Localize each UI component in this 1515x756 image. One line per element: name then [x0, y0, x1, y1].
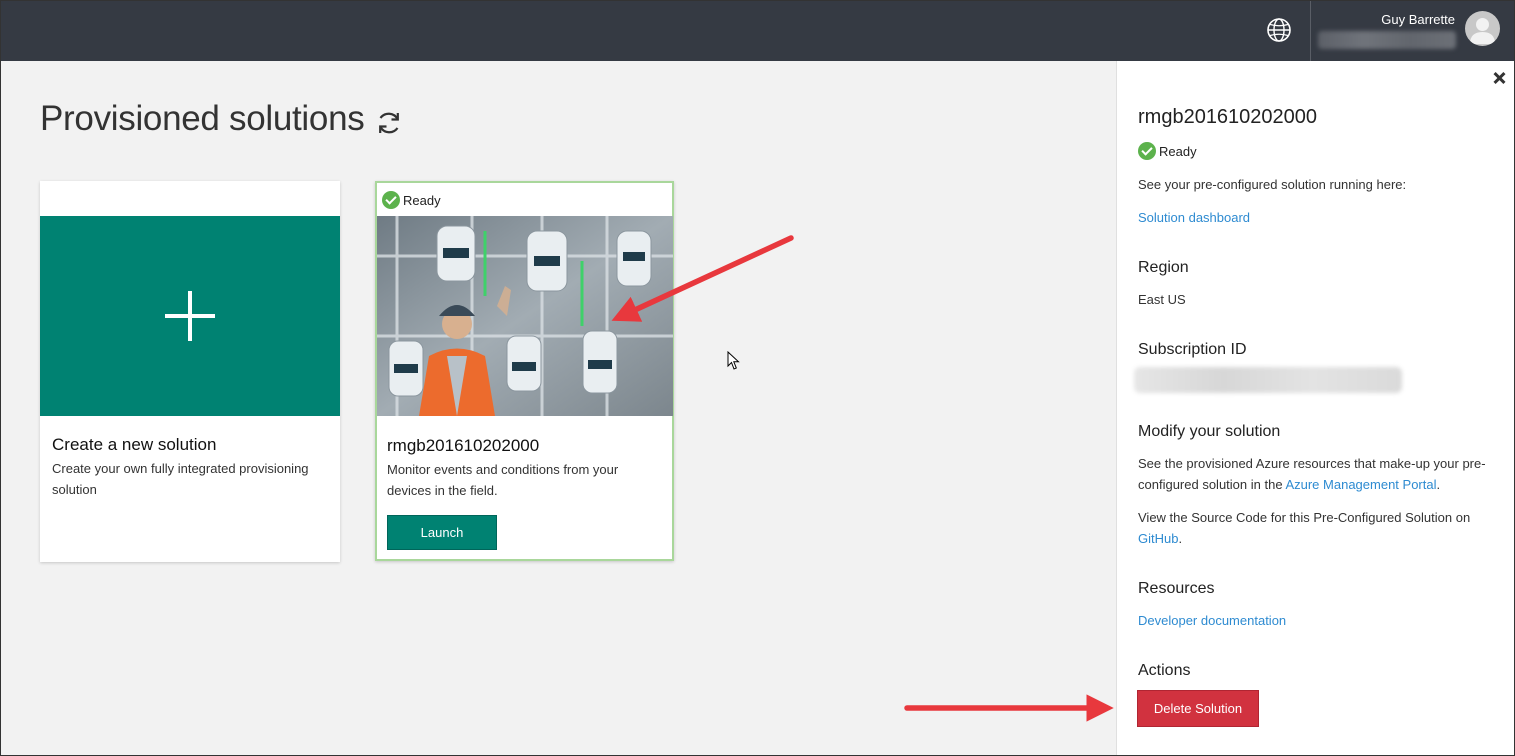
developer-docs-link[interactable]: Developer documentation: [1138, 613, 1286, 628]
resources-row: Developer documentation: [1138, 610, 1503, 631]
modify-heading: Modify your solution: [1138, 423, 1281, 440]
subscription-heading: Subscription ID: [1138, 341, 1247, 358]
source-text-body: View the Source Code for this Pre-Config…: [1138, 510, 1471, 525]
create-solution-card[interactable]: Create a new solution Create your own fu…: [40, 181, 340, 562]
main-content: Provisioned solutions Create a new solut…: [0, 61, 1116, 756]
check-icon: [382, 191, 400, 209]
source-text: View the Source Code for this Pre-Config…: [1138, 507, 1503, 549]
modify-text: See the provisioned Azure resources that…: [1138, 453, 1498, 495]
resources-heading: Resources: [1138, 580, 1215, 597]
create-solution-tile[interactable]: [40, 216, 340, 416]
solution-details-panel: rmgb201610202000 Ready See your pre-conf…: [1116, 61, 1515, 756]
topbar-divider: [1310, 0, 1311, 61]
panel-title: rmgb201610202000: [1138, 106, 1318, 128]
panel-intro: See your pre-configured solution running…: [1138, 177, 1407, 192]
mouse-cursor-icon: [727, 351, 740, 370]
solution-card[interactable]: Ready rmgb201610202000 Monitor events an…: [375, 181, 674, 561]
globe-icon[interactable]: [1265, 16, 1293, 44]
subscription-id-redacted: [1134, 367, 1402, 393]
solution-image: [377, 216, 673, 416]
solution-dashboard-link[interactable]: Solution dashboard: [1138, 210, 1250, 225]
solution-status-label: Ready: [403, 192, 441, 208]
source-text-end: .: [1178, 531, 1183, 546]
user-email-redacted: [1318, 31, 1456, 49]
panel-status-label: Ready: [1159, 143, 1197, 159]
avatar-icon[interactable]: [1465, 11, 1500, 46]
page-title: Provisioned solutions: [40, 99, 365, 138]
actions-heading: Actions: [1138, 662, 1191, 679]
panel-status: Ready: [1138, 142, 1197, 160]
solution-card-title: rmgb201610202000: [387, 436, 540, 455]
azure-portal-link[interactable]: Azure Management Portal: [1285, 477, 1436, 492]
close-icon[interactable]: [1492, 71, 1506, 85]
refresh-icon[interactable]: [374, 108, 404, 138]
top-bar: Guy Barrette: [0, 0, 1515, 61]
panel-dashboard-row: Solution dashboard: [1138, 207, 1503, 228]
solution-status: Ready: [382, 191, 441, 209]
github-link[interactable]: GitHub: [1138, 531, 1178, 546]
plus-icon: [165, 291, 215, 341]
modify-text-end: .: [1436, 477, 1441, 492]
check-icon: [1138, 142, 1156, 160]
launch-button[interactable]: Launch: [387, 515, 497, 550]
create-card-description: Create your own fully integrated provisi…: [52, 461, 309, 497]
region-heading: Region: [1138, 259, 1189, 276]
region-value: East US: [1138, 292, 1186, 307]
user-name[interactable]: Guy Barrette: [1340, 12, 1455, 27]
delete-solution-button[interactable]: Delete Solution: [1137, 690, 1259, 727]
create-card-title: Create a new solution: [52, 435, 217, 454]
solution-card-description: Monitor events and conditions from your …: [387, 462, 619, 498]
